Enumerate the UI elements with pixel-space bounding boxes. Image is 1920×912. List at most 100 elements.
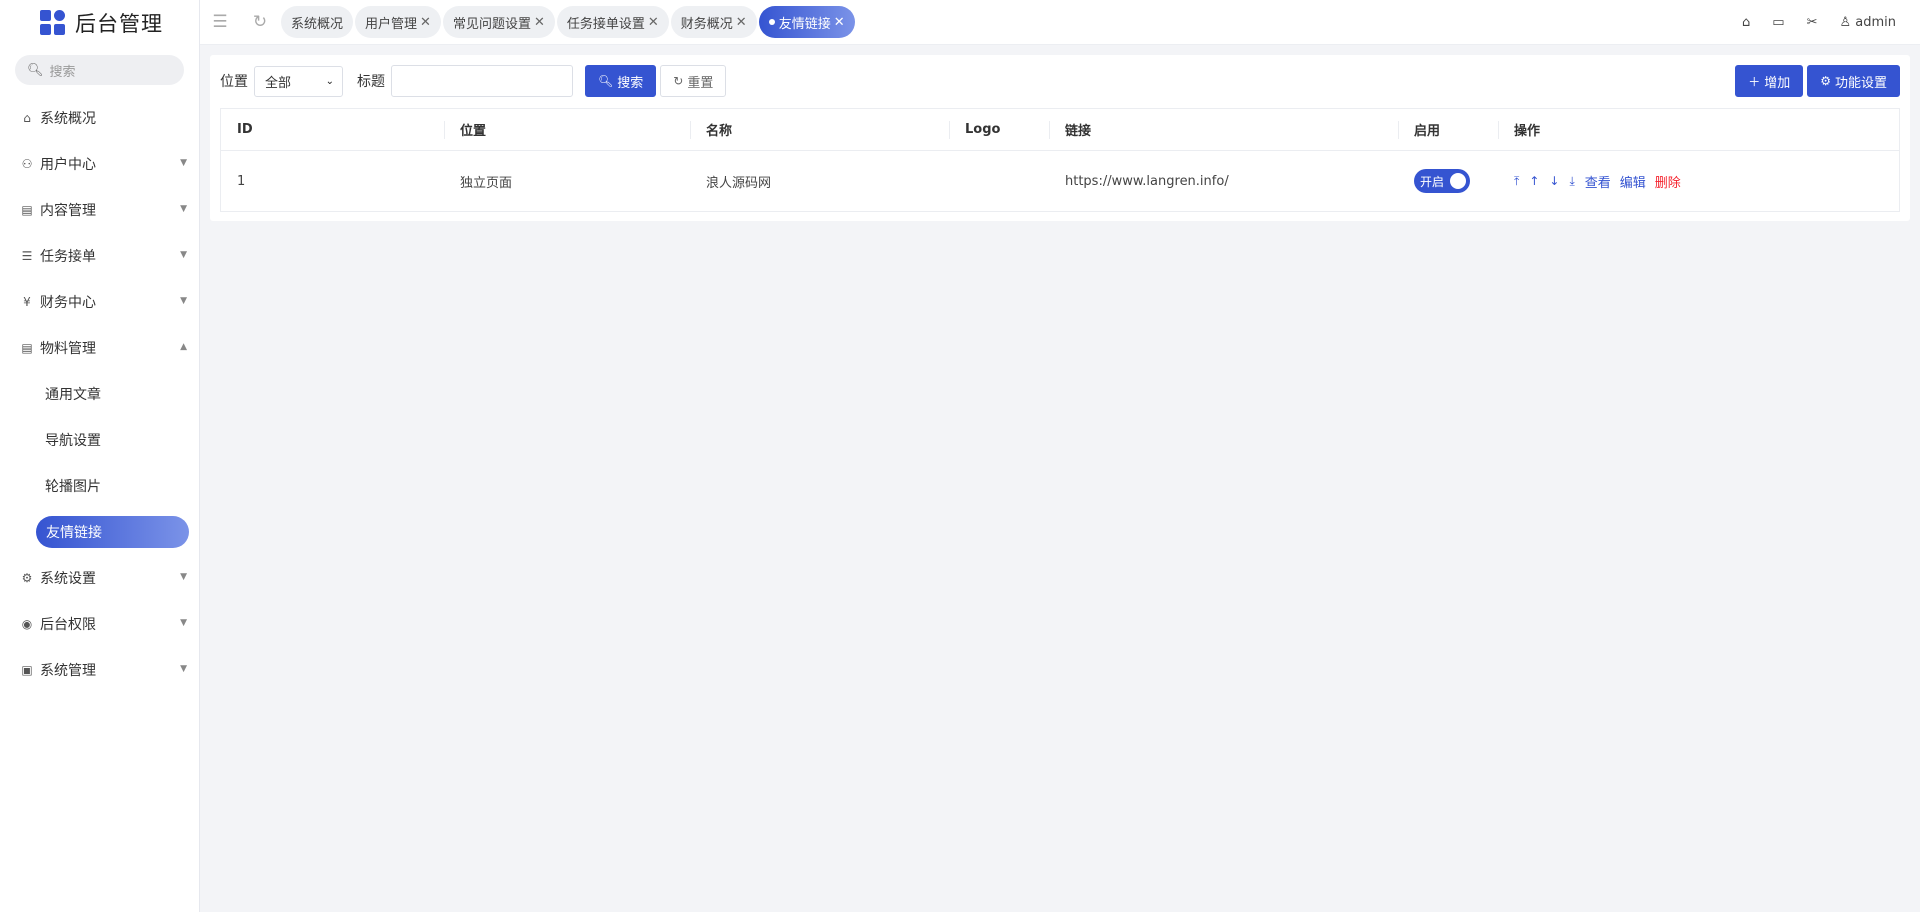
sidebar-subitem-carousel[interactable]: 轮播图片 xyxy=(0,463,199,509)
table-header: ID 位置 名称 Logo 链接 启用 操作 xyxy=(221,109,1899,151)
image-icon: ▣ xyxy=(21,663,33,677)
tab-friend-links[interactable]: 友情链接 ✕ xyxy=(758,6,855,38)
cell-name: 浪人源码网 xyxy=(706,175,772,191)
search-button-label: 搜索 xyxy=(617,75,644,91)
sidebar: 后台管理 🔍︎ 搜索 ⌂ 系统概况 ⚇ 用户中心 ▼ ▤ 内容管理 ▼ ☰ 任务… xyxy=(0,0,200,912)
sidebar-item-system-settings[interactable]: ⚙ 系统设置 ▼ xyxy=(0,555,199,601)
title-input[interactable] xyxy=(391,65,573,97)
sidebar-item-finance[interactable]: ¥ 财务中心 ▼ xyxy=(0,279,199,325)
close-icon[interactable]: ✕ xyxy=(534,15,545,30)
chevron-down-icon: ▼ xyxy=(180,296,187,306)
column-header-id: ID xyxy=(237,122,253,137)
sidebar-subitem-navigation[interactable]: 导航设置 xyxy=(0,417,199,463)
cell-enabled: 开启 xyxy=(1398,151,1498,211)
tab-label: 友情链接 xyxy=(778,16,831,32)
delete-link[interactable]: 删除 xyxy=(1655,172,1681,191)
arrow-up-icon[interactable]: ↑ xyxy=(1529,174,1539,188)
sidebar-menu: ⌂ 系统概况 ⚇ 用户中心 ▼ ▤ 内容管理 ▼ ☰ 任务接单 ▼ ¥ 财务中心… xyxy=(0,95,199,693)
column-header-actions: 操作 xyxy=(1498,109,1899,150)
sidebar-item-tasks[interactable]: ☰ 任务接单 ▼ xyxy=(0,233,199,279)
enabled-toggle[interactable]: 开启 xyxy=(1414,169,1470,193)
column-header-position: 位置 xyxy=(444,109,690,150)
sidebar-item-user-center[interactable]: ⚇ 用户中心 ▼ xyxy=(0,141,199,187)
user-icon: ♙ xyxy=(1839,15,1852,30)
sidebar-item-label: 系统概况 xyxy=(40,111,96,127)
home-icon[interactable]: ⌂ xyxy=(1742,15,1750,30)
sidebar-item-label: 任务接单 xyxy=(40,249,96,265)
sidebar-search-input[interactable]: 🔍︎ 搜索 xyxy=(15,55,184,85)
sidebar-subitem-friend-links[interactable]: 友情链接 xyxy=(36,516,189,548)
toolbar-actions: ＋ 增加 ⚙ 功能设置 xyxy=(1731,65,1900,97)
sidebar-item-label: 内容管理 xyxy=(40,203,96,219)
menu-toggle-icon[interactable]: ☰ xyxy=(205,12,235,32)
cell-link: https://www.langren.info/ xyxy=(1065,173,1229,189)
view-link[interactable]: 查看 xyxy=(1585,172,1611,191)
add-button-label: 增加 xyxy=(1764,75,1791,91)
monitor-icon[interactable]: ▭ xyxy=(1772,15,1784,30)
tab-user-management[interactable]: 用户管理 ✕ xyxy=(355,6,441,38)
sidebar-item-material[interactable]: ▤ 物料管理 ▲ xyxy=(0,325,199,371)
gear-icon: ⚙ xyxy=(21,571,33,585)
tab-label: 用户管理 xyxy=(365,16,418,32)
username: admin xyxy=(1855,15,1896,30)
tab-faq-settings[interactable]: 常见问题设置 ✕ xyxy=(442,6,555,38)
tab-label: 系统概况 xyxy=(291,16,344,32)
sidebar-item-label: 系统设置 xyxy=(40,571,96,587)
refresh-icon: ↻ xyxy=(673,74,684,88)
active-dot-icon xyxy=(768,19,775,25)
reset-button-label: 重置 xyxy=(687,75,714,91)
column-header-name: 名称 xyxy=(690,109,949,150)
sidebar-subitem-articles[interactable]: 通用文章 xyxy=(0,371,199,417)
tab-finance-overview[interactable]: 财务概况 ✕ xyxy=(670,6,757,38)
sidebar-item-label: 后台权限 xyxy=(40,617,96,633)
sidebar-item-permissions[interactable]: ◉ 后台权限 ▼ xyxy=(0,601,199,647)
close-icon[interactable]: ✕ xyxy=(420,15,431,30)
cell-actions: ⤒ ↑ ↓ ⤓ 查看 编辑 删除 xyxy=(1498,151,1899,211)
tools-icon[interactable]: ✂ xyxy=(1807,15,1818,30)
plus-icon: ＋ xyxy=(1748,74,1761,89)
position-select[interactable]: 全部 ⌄ xyxy=(254,65,343,97)
search-button[interactable]: 🔍︎ 搜索 xyxy=(585,65,657,97)
links-table: ID 位置 名称 Logo 链接 启用 操作 1 独立页面 浪人源码网 http… xyxy=(220,108,1900,212)
sidebar-item-overview[interactable]: ⌂ 系统概况 xyxy=(0,95,199,141)
tab-label: 任务接单设置 xyxy=(566,16,645,32)
table-row: 1 独立页面 浪人源码网 https://www.langren.info/ 开… xyxy=(221,151,1899,211)
move-bottom-icon[interactable]: ⤓ xyxy=(1569,174,1574,189)
refresh-icon[interactable]: ↻ xyxy=(245,12,275,32)
close-icon[interactable]: ✕ xyxy=(834,15,845,30)
feature-settings-button[interactable]: ⚙ 功能设置 xyxy=(1807,65,1900,97)
users-icon: ⚇ xyxy=(21,157,33,171)
chevron-down-icon: ▼ xyxy=(180,664,187,674)
sidebar-item-content[interactable]: ▤ 内容管理 ▼ xyxy=(0,187,199,233)
arrow-down-icon[interactable]: ↓ xyxy=(1549,174,1559,188)
reset-button[interactable]: ↻ 重置 xyxy=(660,65,727,97)
move-top-icon[interactable]: ⤒ xyxy=(1514,174,1519,189)
column-header-enabled: 启用 xyxy=(1398,109,1498,150)
tab-label: 财务概况 xyxy=(680,16,733,32)
close-icon[interactable]: ✕ xyxy=(648,15,659,30)
user-menu[interactable]: ♙ admin xyxy=(1839,15,1896,30)
tab-overview[interactable]: 系统概况 xyxy=(281,6,354,38)
sidebar-item-label: 系统管理 xyxy=(40,663,96,679)
chevron-down-icon: ▼ xyxy=(180,158,187,168)
sidebar-item-system-management[interactable]: ▣ 系统管理 ▼ xyxy=(0,647,199,693)
document-icon: ▤ xyxy=(21,203,33,217)
edit-link[interactable]: 编辑 xyxy=(1620,172,1646,191)
logo-icon xyxy=(40,10,65,35)
chevron-up-icon: ▲ xyxy=(180,342,187,352)
add-button[interactable]: ＋ 增加 xyxy=(1735,65,1804,97)
sidebar-item-label: 用户中心 xyxy=(40,157,96,173)
topbar: ☰ ↻ 系统概况 用户管理 ✕ 常见问题设置 ✕ 任务接单设置 ✕ 财务概况 ✕… xyxy=(200,0,1920,45)
cell-logo xyxy=(949,151,1049,211)
document-icon: ▤ xyxy=(21,341,33,355)
user-circle-icon: ◉ xyxy=(21,617,33,631)
tab-bar: 系统概况 用户管理 ✕ 常见问题设置 ✕ 任务接单设置 ✕ 财务概况 ✕ 友情链… xyxy=(281,6,857,38)
tab-task-settings[interactable]: 任务接单设置 ✕ xyxy=(556,6,669,38)
chevron-down-icon: ▼ xyxy=(180,572,187,582)
chevron-down-icon: ▼ xyxy=(180,618,187,628)
close-icon[interactable]: ✕ xyxy=(736,15,747,30)
title-label: 标题 xyxy=(357,74,385,90)
sidebar-item-label: 财务中心 xyxy=(40,295,96,311)
column-header-link: 链接 xyxy=(1049,109,1398,150)
brand[interactable]: 后台管理 xyxy=(0,0,199,45)
